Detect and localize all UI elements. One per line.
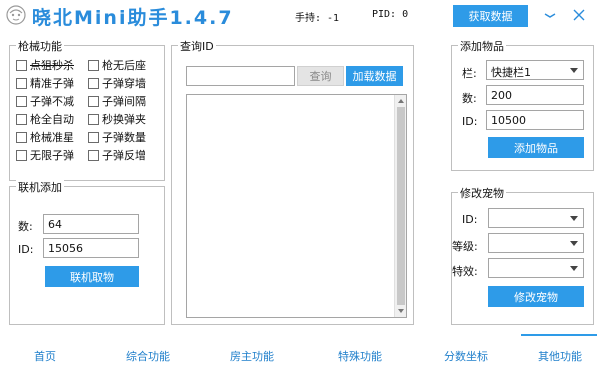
checkbox-weapon[interactable]: 子弹穿墙 bbox=[88, 75, 146, 91]
query-results-scrollbar[interactable] bbox=[394, 95, 406, 317]
checkbox-label: 子弹穿墙 bbox=[102, 77, 146, 90]
item-id-label: ID: bbox=[462, 115, 478, 128]
load-data-button[interactable]: 加载数据 bbox=[346, 66, 403, 86]
online-fetch-button[interactable]: 联机取物 bbox=[45, 266, 139, 287]
checkbox-label: 子弹不减 bbox=[30, 95, 74, 108]
checkbox-label: 子弹间隔 bbox=[102, 95, 146, 108]
checkbox-box[interactable] bbox=[16, 77, 27, 89]
add-item-group-title: 添加物品 bbox=[458, 38, 506, 54]
app-logo-icon bbox=[6, 5, 26, 25]
slot-select[interactable]: 快捷栏1 bbox=[486, 60, 584, 80]
pet-level-select[interactable] bbox=[488, 233, 584, 253]
add-item-button[interactable]: 添加物品 bbox=[488, 137, 584, 158]
add-item-group: 添加物品 栏: 快捷栏1 数: 200 ID: 10500 添加物品 bbox=[451, 38, 594, 171]
online-count-field[interactable]: 64 bbox=[43, 214, 139, 234]
scroll-thumb[interactable] bbox=[397, 107, 405, 305]
slot-select-value: 快捷栏1 bbox=[491, 66, 531, 79]
checkbox-box[interactable] bbox=[88, 95, 99, 107]
checkbox-label: 枪械准星 bbox=[30, 131, 74, 144]
pet-level-label: 等级: bbox=[452, 240, 478, 253]
checkbox-label: 枪全自动 bbox=[30, 113, 74, 126]
tab-general[interactable]: 综合功能 bbox=[118, 348, 178, 364]
checkbox-label: 子弹反增 bbox=[102, 149, 146, 162]
minimize-icon[interactable] bbox=[541, 6, 559, 24]
checkbox-box[interactable] bbox=[16, 149, 27, 161]
checkbox-box[interactable] bbox=[88, 113, 99, 125]
checkbox-box[interactable] bbox=[88, 59, 99, 71]
checkbox-weapon[interactable]: 精准子弹 bbox=[16, 75, 74, 91]
checkbox-box[interactable] bbox=[16, 59, 27, 71]
chevron-down-icon[interactable] bbox=[570, 241, 578, 246]
checkbox-box[interactable] bbox=[88, 149, 99, 161]
online-count-label: 数: bbox=[18, 220, 33, 233]
checkbox-box[interactable] bbox=[16, 131, 27, 143]
title-bar: 晓北Mini助手1.4.7 手持: -1 PID: 0 获取数据 bbox=[0, 0, 600, 30]
checkbox-weapon[interactable]: 子弹不减 bbox=[16, 93, 74, 109]
checkbox-weapon[interactable]: 秒换弹夹 bbox=[88, 111, 146, 127]
checkbox-weapon[interactable]: 子弹间隔 bbox=[88, 93, 146, 109]
checkbox-weapon[interactable]: 子弹数量 bbox=[88, 129, 146, 145]
close-icon[interactable] bbox=[570, 6, 588, 24]
item-count-label: 数: bbox=[462, 92, 477, 105]
pet-id-label: ID: bbox=[462, 213, 478, 226]
item-id-field[interactable]: 10500 bbox=[486, 110, 584, 130]
checkbox-weapon[interactable]: 子弹反增 bbox=[88, 147, 146, 163]
get-data-button[interactable]: 获取数据 bbox=[453, 5, 528, 27]
modify-pet-group-title: 修改宠物 bbox=[458, 185, 506, 201]
checkbox-weapon[interactable]: 枪全自动 bbox=[16, 111, 74, 127]
tab-home[interactable]: 首页 bbox=[20, 348, 70, 364]
pet-id-select[interactable] bbox=[488, 208, 584, 228]
scroll-up-icon[interactable] bbox=[398, 99, 404, 103]
chevron-down-icon[interactable] bbox=[570, 68, 578, 73]
checkbox-box[interactable] bbox=[88, 131, 99, 143]
modify-pet-group: 修改宠物 ID: 等级: 特效: 修改宠物 bbox=[451, 185, 594, 325]
checkbox-box[interactable] bbox=[16, 95, 27, 107]
checkbox-label: 无限子弹 bbox=[30, 149, 74, 162]
checkbox-label: 子弹数量 bbox=[102, 131, 146, 144]
query-results-list[interactable] bbox=[186, 94, 407, 318]
checkbox-box[interactable] bbox=[16, 113, 27, 125]
checkbox-weapon[interactable]: 枪无后座 bbox=[88, 57, 146, 73]
online-id-field[interactable]: 15056 bbox=[43, 238, 139, 258]
online-add-group-title: 联机添加 bbox=[16, 179, 64, 195]
checkbox-box[interactable] bbox=[88, 77, 99, 89]
checkbox-label: 秒换弹夹 bbox=[102, 113, 146, 126]
checkbox-label: 点狙秒杀 bbox=[30, 59, 74, 72]
query-id-group: 查询ID 查询 加载数据 bbox=[171, 38, 414, 325]
pet-effect-label: 特效: bbox=[452, 265, 478, 278]
slot-label: 栏: bbox=[462, 67, 477, 80]
scroll-down-icon[interactable] bbox=[398, 309, 404, 313]
checkbox-label: 精准子弹 bbox=[30, 77, 74, 90]
weapons-group: 枪械功能 点狙秒杀 枪无后座 精准子弹 子弹穿墙 子弹不减 子弹间隔 枪全自动 … bbox=[9, 38, 165, 181]
checkbox-weapon[interactable]: 点狙秒杀 bbox=[16, 57, 74, 73]
weapons-group-title: 枪械功能 bbox=[16, 38, 64, 54]
checkbox-weapon[interactable]: 无限子弹 bbox=[16, 147, 74, 163]
chevron-down-icon[interactable] bbox=[570, 266, 578, 271]
item-count-field[interactable]: 200 bbox=[486, 85, 584, 105]
query-id-group-title: 查询ID bbox=[178, 38, 216, 54]
chevron-down-icon[interactable] bbox=[570, 216, 578, 221]
online-add-group: 联机添加 数: 64 ID: 15056 联机取物 bbox=[9, 179, 165, 325]
checkbox-label: 枪无后座 bbox=[102, 59, 146, 72]
query-button[interactable]: 查询 bbox=[297, 66, 344, 86]
query-id-input[interactable] bbox=[186, 66, 295, 86]
app-title: 晓北Mini助手1.4.7 bbox=[32, 7, 234, 29]
handle-label: 手持: -1 bbox=[295, 13, 340, 24]
checkbox-weapon[interactable]: 枪械准星 bbox=[16, 129, 74, 145]
pet-effect-select[interactable] bbox=[488, 258, 584, 278]
tab-host[interactable]: 房主功能 bbox=[222, 348, 282, 364]
online-id-label: ID: bbox=[18, 243, 34, 256]
tab-score-coords[interactable]: 分数坐标 bbox=[436, 348, 496, 364]
tab-special[interactable]: 特殊功能 bbox=[330, 348, 390, 364]
bottom-tab-bar: 首页 综合功能 房主功能 特殊功能 分数坐标 其他功能 bbox=[0, 336, 600, 385]
modify-pet-button[interactable]: 修改宠物 bbox=[488, 286, 584, 307]
tab-other[interactable]: 其他功能 bbox=[530, 348, 590, 364]
pid-label: PID: 0 bbox=[372, 9, 409, 20]
